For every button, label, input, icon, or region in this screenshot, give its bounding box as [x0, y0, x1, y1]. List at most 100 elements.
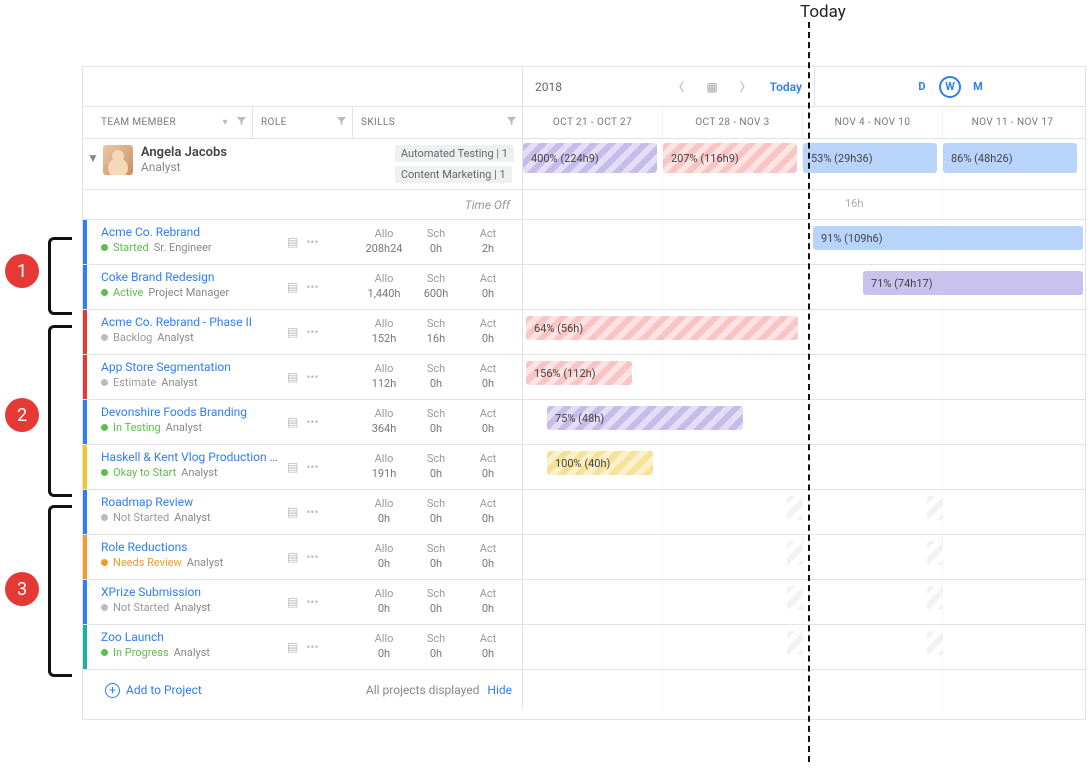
scale-day-button[interactable]: D [911, 76, 933, 98]
utilization-bar[interactable]: 86% (48h26) [943, 143, 1077, 173]
project-role: Analyst [181, 466, 217, 479]
status-dot-icon [101, 334, 108, 341]
next-arrow-icon[interactable]: 〉 [736, 76, 756, 97]
filter-funnel-icon[interactable] [507, 117, 516, 129]
allocation-bar[interactable] [787, 631, 803, 655]
metric-value: 1,440h [358, 287, 410, 302]
detail-icon[interactable]: ▤ [287, 415, 298, 429]
allocation-bar[interactable]: 100% (40h) [547, 451, 653, 475]
expand-caret-icon[interactable]: ▼ [87, 151, 99, 165]
metric-head: Sch [410, 227, 462, 242]
metric-head: Allo [358, 587, 410, 602]
more-icon[interactable]: ••• [306, 505, 318, 519]
detail-icon[interactable]: ▤ [287, 640, 298, 654]
filter-icon[interactable]: ▾ [223, 117, 228, 128]
metric-value: 0h [462, 332, 514, 347]
metric-value: 0h [462, 467, 514, 482]
metric-value: 0h [462, 422, 514, 437]
utilization-bar[interactable]: 53% (29h36) [803, 143, 937, 173]
project-name-link[interactable]: Role Reductions [101, 540, 281, 554]
more-icon[interactable]: ••• [306, 370, 318, 384]
allocation-bar[interactable]: 91% (109h6) [813, 226, 1083, 250]
metric-value: 364h [358, 422, 410, 437]
prev-arrow-icon[interactable]: 〈 [668, 76, 688, 97]
project-name-link[interactable]: Acme Co. Rebrand [101, 225, 281, 239]
more-icon[interactable]: ••• [306, 280, 318, 294]
more-icon[interactable]: ••• [306, 595, 318, 609]
project-name-link[interactable]: Zoo Launch [101, 630, 281, 644]
calendar-icon[interactable]: ▦ [702, 78, 721, 96]
col-role[interactable]: ROLE [253, 107, 353, 138]
project-status: Started [113, 241, 149, 254]
project-name-link[interactable]: Roadmap Review [101, 495, 281, 509]
detail-icon[interactable]: ▤ [287, 325, 298, 339]
detail-icon[interactable]: ▤ [287, 505, 298, 519]
allocation-bar[interactable] [787, 541, 803, 565]
more-icon[interactable]: ••• [306, 460, 318, 474]
detail-icon[interactable]: ▤ [287, 235, 298, 249]
status-dot-icon [101, 559, 108, 566]
metric-head: Sch [410, 317, 462, 332]
scale-month-button[interactable]: M [967, 76, 989, 98]
allocation-bar[interactable]: 75% (48h) [547, 406, 743, 430]
filter-funnel-icon[interactable] [237, 117, 246, 129]
allocation-bar[interactable]: 71% (74h17) [863, 271, 1083, 295]
allocation-bar[interactable]: 156% (112h) [526, 361, 632, 385]
project-status: In Testing [113, 421, 161, 434]
project-role: Analyst [166, 421, 202, 434]
detail-icon[interactable]: ▤ [287, 460, 298, 474]
more-icon[interactable]: ••• [306, 550, 318, 564]
project-name-link[interactable]: Haskell & Kent Vlog Production Ve... [101, 450, 281, 464]
more-icon[interactable]: ••• [306, 640, 318, 654]
timeoff-value: 16h [845, 197, 863, 210]
detail-icon[interactable]: ▤ [287, 595, 298, 609]
project-status: Okay to Start [113, 466, 176, 479]
project-name-link[interactable]: Coke Brand Redesign [101, 270, 281, 284]
more-icon[interactable]: ••• [306, 325, 318, 339]
utilization-bar[interactable]: 400% (224h9) [523, 143, 657, 173]
allocation-bar[interactable] [927, 631, 943, 655]
detail-icon[interactable]: ▤ [287, 550, 298, 564]
more-icon[interactable]: ••• [306, 415, 318, 429]
allocation-bar[interactable] [787, 496, 803, 520]
hide-button[interactable]: Hide [487, 683, 512, 697]
filter-funnel-icon[interactable] [337, 117, 346, 129]
metric-head: Allo [358, 407, 410, 422]
utilization-bar[interactable]: 207% (116h9) [663, 143, 797, 173]
allocation-bar[interactable] [927, 541, 943, 565]
project-name-link[interactable]: Acme Co. Rebrand - Phase II [101, 315, 281, 329]
metric-head: Sch [410, 587, 462, 602]
allocation-bar[interactable] [927, 586, 943, 610]
project-role: Analyst [174, 511, 210, 524]
detail-icon[interactable]: ▤ [287, 370, 298, 384]
project-name-link[interactable]: App Store Segmentation [101, 360, 281, 374]
project-status: Estimate [113, 376, 156, 389]
allocation-bar[interactable]: 64% (56h) [526, 316, 798, 340]
scale-week-button[interactable]: W [939, 76, 961, 98]
toolbar: 2018 〈 ▦ 〉 Today D W M [83, 67, 1085, 107]
metric-head: Allo [358, 452, 410, 467]
project-name-link[interactable]: XPrize Submission [101, 585, 281, 599]
metric-value: 0h [462, 557, 514, 572]
timeoff-label: Time Off [83, 190, 523, 219]
metric-head: Allo [358, 227, 410, 242]
metric-value: 152h [358, 332, 410, 347]
metric-head: Sch [410, 497, 462, 512]
project-status: Not Started [113, 511, 169, 524]
project-row: Roadmap ReviewNot StartedAnalyst▤•••Allo… [83, 490, 1085, 535]
add-to-project-button[interactable]: + Add to Project [105, 683, 202, 698]
member-name: Angela Jacobs [141, 145, 227, 160]
allocation-bar[interactable] [787, 586, 803, 610]
metric-value: 0h [410, 647, 462, 662]
detail-icon[interactable]: ▤ [287, 280, 298, 294]
col-skills[interactable]: SKILLS [353, 107, 522, 138]
more-icon[interactable]: ••• [306, 235, 318, 249]
allocation-bar[interactable] [927, 496, 943, 520]
annot-badge-3: 3 [5, 572, 39, 606]
project-name-link[interactable]: Devonshire Foods Branding [101, 405, 281, 419]
today-button[interactable]: Today [770, 80, 802, 94]
project-row: Acme Co. Rebrand - Phase IIBacklogAnalys… [83, 310, 1085, 355]
col-team-member[interactable]: TEAM MEMBER ▾ [83, 107, 253, 138]
project-row: Acme Co. RebrandStartedSr. Engineer▤•••A… [83, 220, 1085, 265]
metric-value: 2h [462, 242, 514, 257]
